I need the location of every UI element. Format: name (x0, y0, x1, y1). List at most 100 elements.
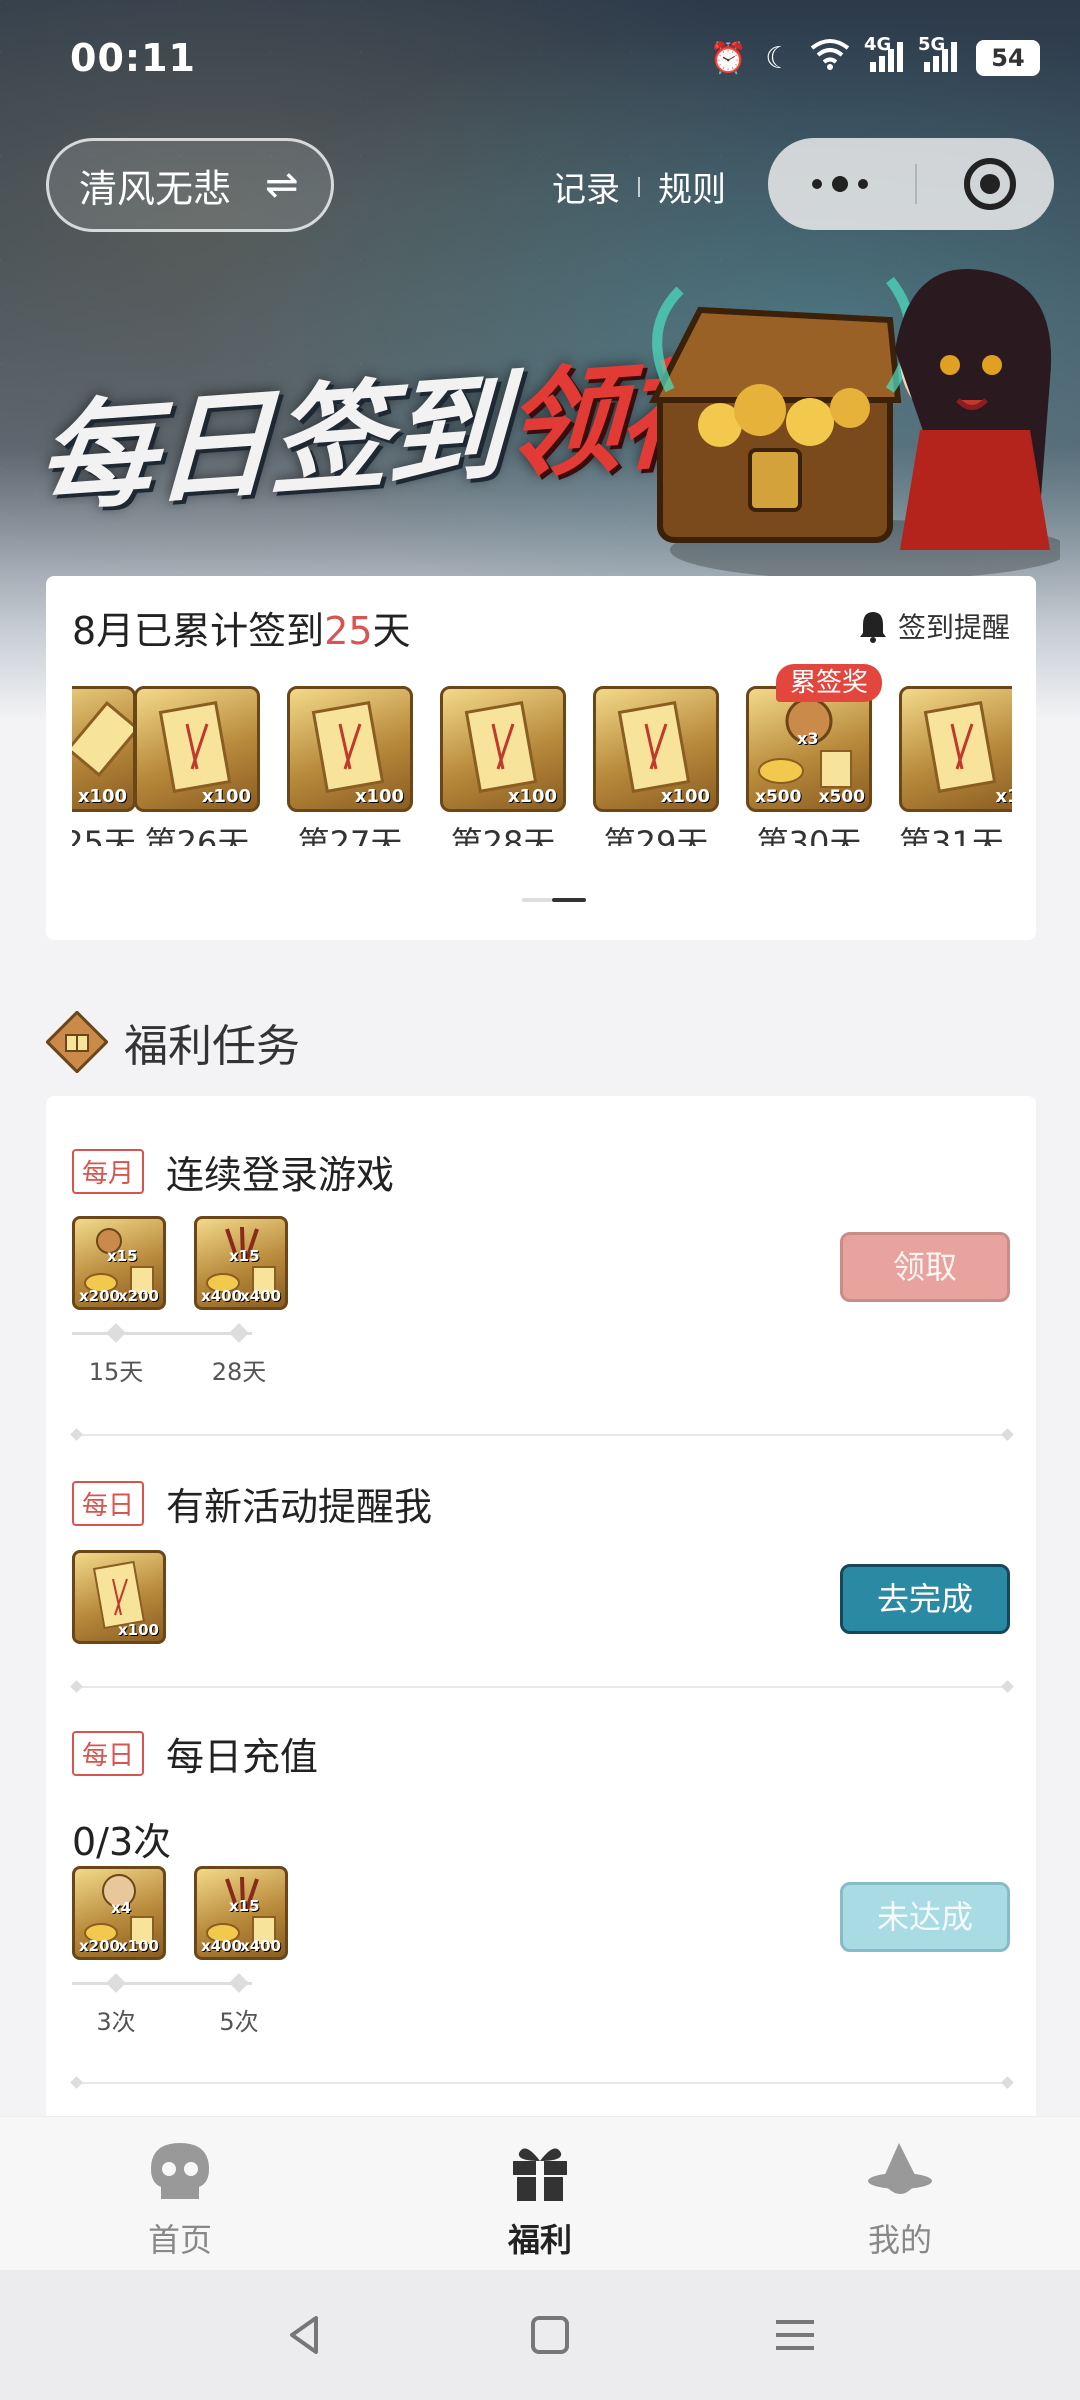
reward-qty-top: x15 (107, 1247, 138, 1265)
day-label: 第26天 (144, 824, 250, 846)
account-name: 清风无悲 (79, 166, 232, 211)
reward-qty: x100 (118, 1621, 159, 1639)
milestone-label: 5次 (219, 2008, 259, 2036)
home-square-icon[interactable] (525, 2310, 575, 2360)
reward-qty-2: x200 (118, 1287, 159, 1305)
capsule-divider (915, 164, 917, 204)
status-bar: 00:11 ⏰ ☾ 4G 5G 54 (0, 30, 1080, 90)
close-miniprogram-icon[interactable] (964, 158, 1016, 210)
signin-day-28[interactable]: x100 第28天 (440, 686, 566, 846)
reward-qty: x200 (79, 1937, 120, 1955)
reward-qty-2: x400 (240, 1937, 281, 1955)
network-type-2: 5G (918, 33, 946, 55)
task-monthly-login: 每月 连续登录游戏 (72, 1144, 1012, 1199)
reward-talisman-icon: x100 (134, 686, 260, 812)
task-divider (72, 1434, 1012, 1436)
signin-day-29[interactable]: x100 第29天 (593, 686, 719, 846)
section-title: 福利任务 (124, 1021, 300, 1072)
miniprogram-capsule (768, 138, 1054, 230)
more-menu-icon[interactable] (812, 176, 868, 192)
link-separator (638, 176, 640, 197)
rules-link[interactable]: 规则 (658, 162, 726, 211)
reward-qty: x100 (660, 786, 710, 807)
signin-reminder-label: 签到提醒 (897, 611, 1010, 644)
signin-day-30[interactable]: x3 x500 x500 第30天 (746, 686, 872, 846)
signin-day-31[interactable]: x10 第31天 (899, 686, 1012, 846)
treasure-chest-character-illustration (649, 269, 1060, 580)
task-name: 每日充值 (166, 1735, 319, 1779)
task-divider (72, 2082, 1012, 2084)
task-frequency-tag: 每日 (72, 1481, 145, 1526)
reward-qty: x400 (201, 1937, 242, 1955)
signal-4g-icon: 4G (864, 34, 904, 77)
task-rewards: x4 x200 x100 x15 x400 x400 (72, 1866, 288, 1960)
signal-5g-icon: 5G (918, 34, 958, 77)
back-triangle-icon[interactable] (280, 2310, 330, 2360)
reward-bundle-icon: x15 x200 x200 (72, 1216, 166, 1310)
milestone-label: 15天 (88, 1358, 144, 1386)
signin-day-25[interactable]: x100 25天 (72, 686, 136, 846)
battery-icon: 54 (976, 40, 1040, 76)
tab-label: 福利 (507, 2221, 572, 2259)
day-label: 第30天 (756, 824, 862, 846)
task-milestones: 3次 5次 (72, 1972, 312, 2036)
task-frequency-tag: 每月 (72, 1149, 145, 1194)
reward-qty-top: x15 (229, 1897, 260, 1915)
not-achieved-button[interactable]: 未达成 (840, 1882, 1010, 1952)
task-rewards: x15 x200 x200 x15 x400 x400 (72, 1216, 288, 1310)
reward-bundle-icon: x15 x400 x400 (194, 1216, 288, 1310)
system-navigation-bar (0, 2270, 1080, 2400)
reward-qty: x100 (354, 786, 404, 807)
day-label: 第27天 (297, 824, 403, 846)
bell-icon (859, 612, 886, 643)
gift-icon (513, 2148, 567, 2201)
alarm-icon: ⏰ (709, 40, 748, 76)
reward-qty-top: x3 (797, 729, 819, 748)
task-frequency-tag: 每日 (72, 1731, 145, 1776)
tab-welfare[interactable]: 福利 (460, 2139, 620, 2261)
milestone-label: 3次 (96, 2008, 136, 2036)
skull-icon (151, 2143, 209, 2199)
tab-home[interactable]: 首页 (100, 2139, 260, 2261)
signin-day-26[interactable]: x100 第26天 (134, 686, 260, 846)
banner-title-part1: 每日签到 (35, 358, 507, 529)
moon-icon: ☾ (765, 40, 792, 76)
day-label: 第29天 (603, 824, 709, 846)
tab-label: 首页 (147, 2221, 212, 2259)
signin-summary: 8月已累计签到25天 (72, 600, 411, 655)
task-divider (72, 1686, 1012, 1688)
claim-button[interactable]: 领取 (840, 1232, 1010, 1302)
account-switcher[interactable]: 清风无悲 ⇌ (46, 138, 334, 232)
gift-box-icon (46, 1011, 108, 1073)
day-label: 第28天 (450, 824, 556, 846)
welfare-tasks-card: 每月 连续登录游戏 x15 x200 x200 x15 x400 x400 15天… (46, 1096, 1036, 2116)
signin-day-27[interactable]: x100 第27天 (287, 686, 413, 846)
reward-qty: x200 (79, 1287, 120, 1305)
welfare-tasks-heading: 福利任务 (46, 1010, 300, 1074)
task-activity-reminder: 每日 有新活动提醒我 (72, 1476, 1012, 1531)
reward-bundle-icon: x4 x200 x100 (72, 1866, 166, 1960)
top-links: 记录 规则 (552, 162, 726, 211)
reward-talisman-icon: x10 (899, 686, 1012, 812)
reward-qty-2: x400 (240, 1287, 281, 1305)
record-link[interactable]: 记录 (552, 162, 620, 211)
reward-qty: x500 (755, 787, 802, 807)
go-complete-button[interactable]: 去完成 (840, 1564, 1010, 1634)
reward-qty-2: x500 (818, 787, 865, 807)
reward-qty: x100 (77, 786, 127, 807)
tab-mine[interactable]: 我的 (820, 2139, 980, 2261)
signin-summary-suffix: 天 (372, 609, 411, 653)
carousel-indicator (522, 898, 586, 902)
reward-qty: x100 (201, 786, 251, 807)
status-time: 00:11 (70, 36, 196, 80)
task-name: 连续登录游戏 (166, 1153, 395, 1197)
reward-qty-top: x4 (111, 1899, 132, 1917)
day-label: 25天 (72, 824, 136, 846)
tab-label: 我的 (867, 2221, 932, 2259)
signin-days-carousel[interactable]: x100 25天 x100 第26天 x100 第27天 x100 第28天 x… (72, 686, 1012, 846)
wizard-hat-icon (868, 2143, 932, 2194)
task-milestones: 15天 28天 (72, 1322, 312, 1386)
recents-menu-icon[interactable] (770, 2310, 820, 2360)
reward-talisman-icon: x100 (593, 686, 719, 812)
signin-reminder-toggle[interactable]: 签到提醒 (858, 606, 1010, 646)
